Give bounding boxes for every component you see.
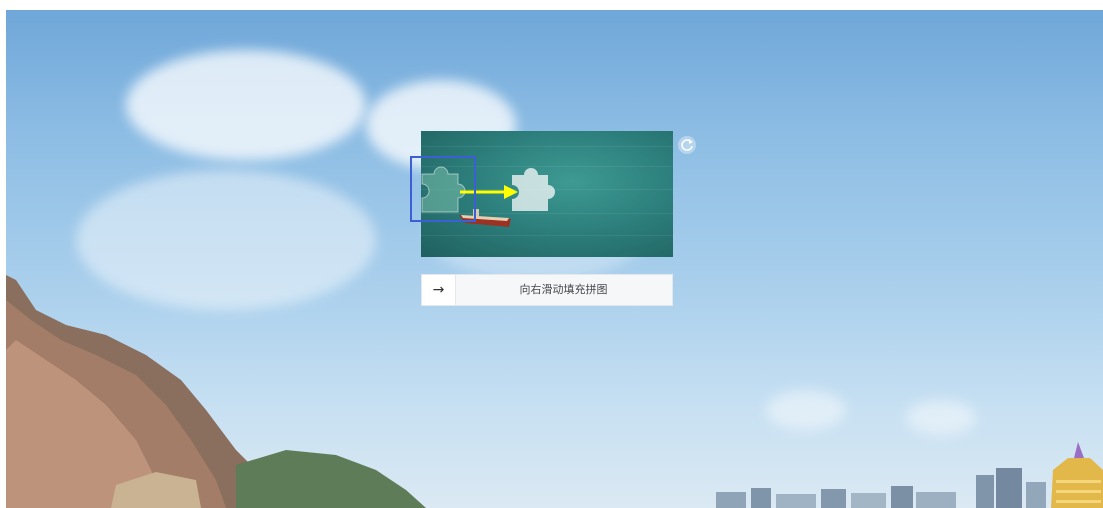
refresh-icon	[678, 136, 696, 154]
slider-handle[interactable]: →	[422, 275, 456, 305]
slider-track[interactable]: → 向右滑动填充拼图	[421, 274, 673, 306]
piece-highlight-box	[410, 156, 476, 222]
scenery	[6, 275, 1103, 508]
background-landscape	[6, 10, 1103, 508]
arrow-right-icon: →	[432, 282, 445, 298]
refresh-button[interactable]	[677, 135, 697, 155]
slider-hint-text: 向右滑动填充拼图	[519, 283, 608, 296]
